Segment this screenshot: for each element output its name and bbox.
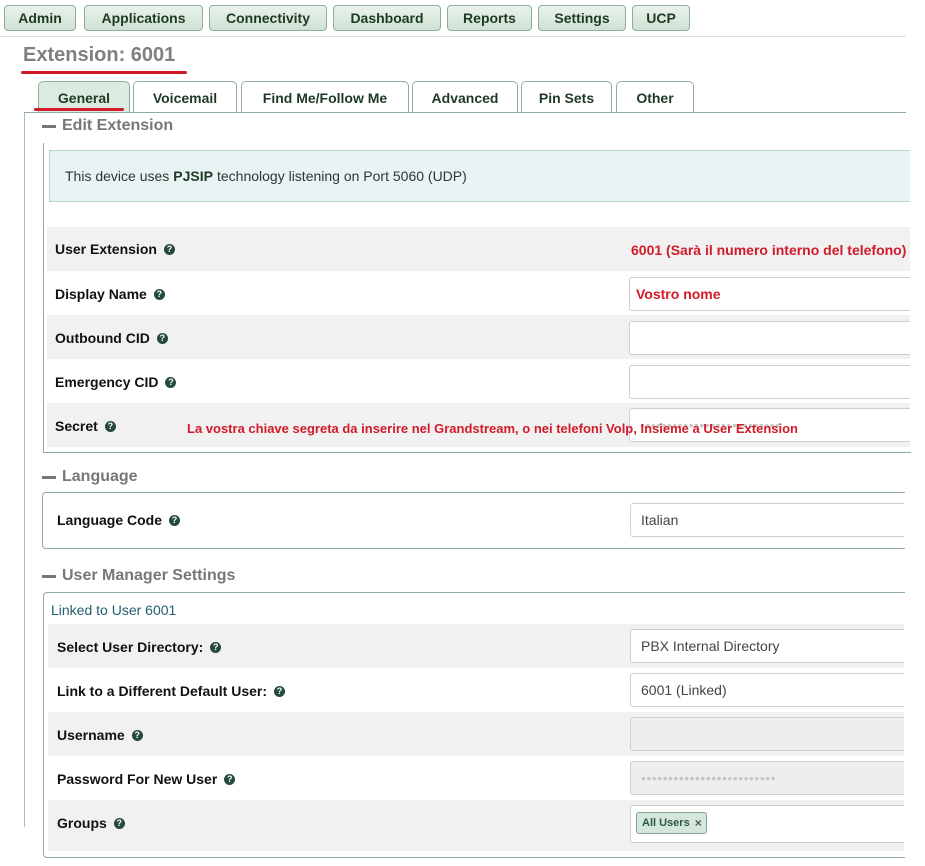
tab-find-me-follow-me[interactable]: Find Me/Follow Me [241, 81, 409, 113]
help-icon[interactable]: ? [131, 729, 143, 741]
minus-icon [42, 475, 56, 479]
help-icon[interactable]: ? [274, 685, 286, 697]
language-code-label: Language Code ? [57, 510, 181, 530]
user-directory-label: Select User Directory: ? [57, 637, 222, 657]
help-icon[interactable]: ? [104, 420, 116, 432]
help-icon[interactable]: ? [156, 332, 168, 344]
close-icon[interactable]: × [695, 816, 702, 830]
info-text-before: This device uses [65, 168, 170, 184]
display-name-label: Display Name ? [55, 284, 165, 304]
label-text: Outbound CID [55, 330, 150, 346]
help-icon[interactable]: ? [113, 817, 125, 829]
tab-advanced[interactable]: Advanced [412, 81, 518, 113]
section-title: Edit Extension [62, 117, 174, 134]
secret-label: Secret ? [55, 416, 116, 436]
password-label: Password For New User ? [57, 769, 236, 789]
label-text: Language Code [57, 512, 163, 528]
tab-annotation-underline [34, 108, 124, 111]
help-icon[interactable]: ? [153, 288, 165, 300]
default-user-label: Link to a Different Default User: ? [57, 681, 286, 701]
info-technology: PJSIP [173, 168, 213, 184]
content-left-rule [24, 113, 25, 827]
group-chip[interactable]: All Users × [636, 812, 707, 834]
label-text: Password For New User [57, 771, 218, 787]
nav-settings[interactable]: Settings [538, 5, 626, 31]
nav-ucp[interactable]: UCP [632, 5, 690, 31]
label-text: User Extension [55, 241, 157, 257]
section-user-manager[interactable]: User Manager Settings [42, 567, 235, 585]
user-extension-value: 6001 (Sarà il numero interno del telefon… [631, 242, 907, 258]
user-extension-label: User Extension ? [55, 239, 175, 259]
minus-icon [42, 124, 56, 128]
outbound-cid-label: Outbound CID ? [55, 328, 168, 348]
groups-label: Groups ? [57, 813, 125, 833]
section-title: Language [62, 468, 138, 485]
title-annotation-underline [21, 71, 187, 74]
page-title: Extension: 6001 [23, 44, 176, 66]
nav-dashboard[interactable]: Dashboard [333, 5, 441, 31]
label-text: Select User Directory: [57, 639, 204, 655]
section-title: User Manager Settings [62, 567, 236, 584]
tab-pin-sets[interactable]: Pin Sets [521, 81, 612, 113]
nav-admin[interactable]: Admin [4, 5, 76, 31]
help-icon[interactable]: ? [210, 641, 222, 653]
label-text: Username [57, 727, 125, 743]
label-text: Emergency CID [55, 374, 159, 390]
display-name-value: Vostro nome [636, 286, 721, 302]
minus-icon [42, 574, 56, 578]
secret-annotation: La vostra chiave segreta da inserire nel… [187, 421, 798, 436]
info-text-after: technology listening on Port 5060 (UDP) [216, 168, 467, 184]
chip-label: All Users [642, 817, 690, 829]
emergency-cid-label: Emergency CID ? [55, 372, 177, 392]
username-field[interactable] [630, 717, 904, 751]
user-directory-select[interactable] [630, 629, 904, 663]
outbound-cid-field[interactable] [629, 321, 910, 355]
emergency-cid-field[interactable] [629, 365, 910, 399]
help-icon[interactable]: ? [224, 773, 236, 785]
top-nav: Admin Applications Connectivity Dashboar… [0, 0, 906, 37]
username-label: Username ? [57, 725, 143, 745]
label-text: Link to a Different Default User: [57, 683, 268, 699]
help-icon[interactable]: ? [163, 243, 175, 255]
nav-connectivity[interactable]: Connectivity [209, 5, 327, 31]
nav-reports[interactable]: Reports [447, 5, 532, 31]
default-user-select[interactable] [630, 673, 904, 707]
section-edit-extension[interactable]: Edit Extension [42, 117, 173, 135]
nav-applications[interactable]: Applications [84, 5, 203, 31]
section-language[interactable]: Language [42, 468, 138, 486]
linked-user-text: Linked to User 6001 [51, 602, 177, 618]
tab-baseline [24, 112, 906, 113]
tab-other[interactable]: Other [616, 81, 694, 113]
label-text: Display Name [55, 286, 147, 302]
device-info-alert: This device uses PJSIP technology listen… [49, 150, 910, 202]
language-code-field[interactable] [630, 503, 904, 537]
help-icon[interactable]: ? [169, 514, 181, 526]
help-icon[interactable]: ? [165, 376, 177, 388]
label-text: Groups [57, 815, 107, 831]
label-text: Secret [55, 418, 98, 434]
password-field[interactable] [630, 761, 904, 795]
tab-voicemail[interactable]: Voicemail [133, 81, 237, 113]
